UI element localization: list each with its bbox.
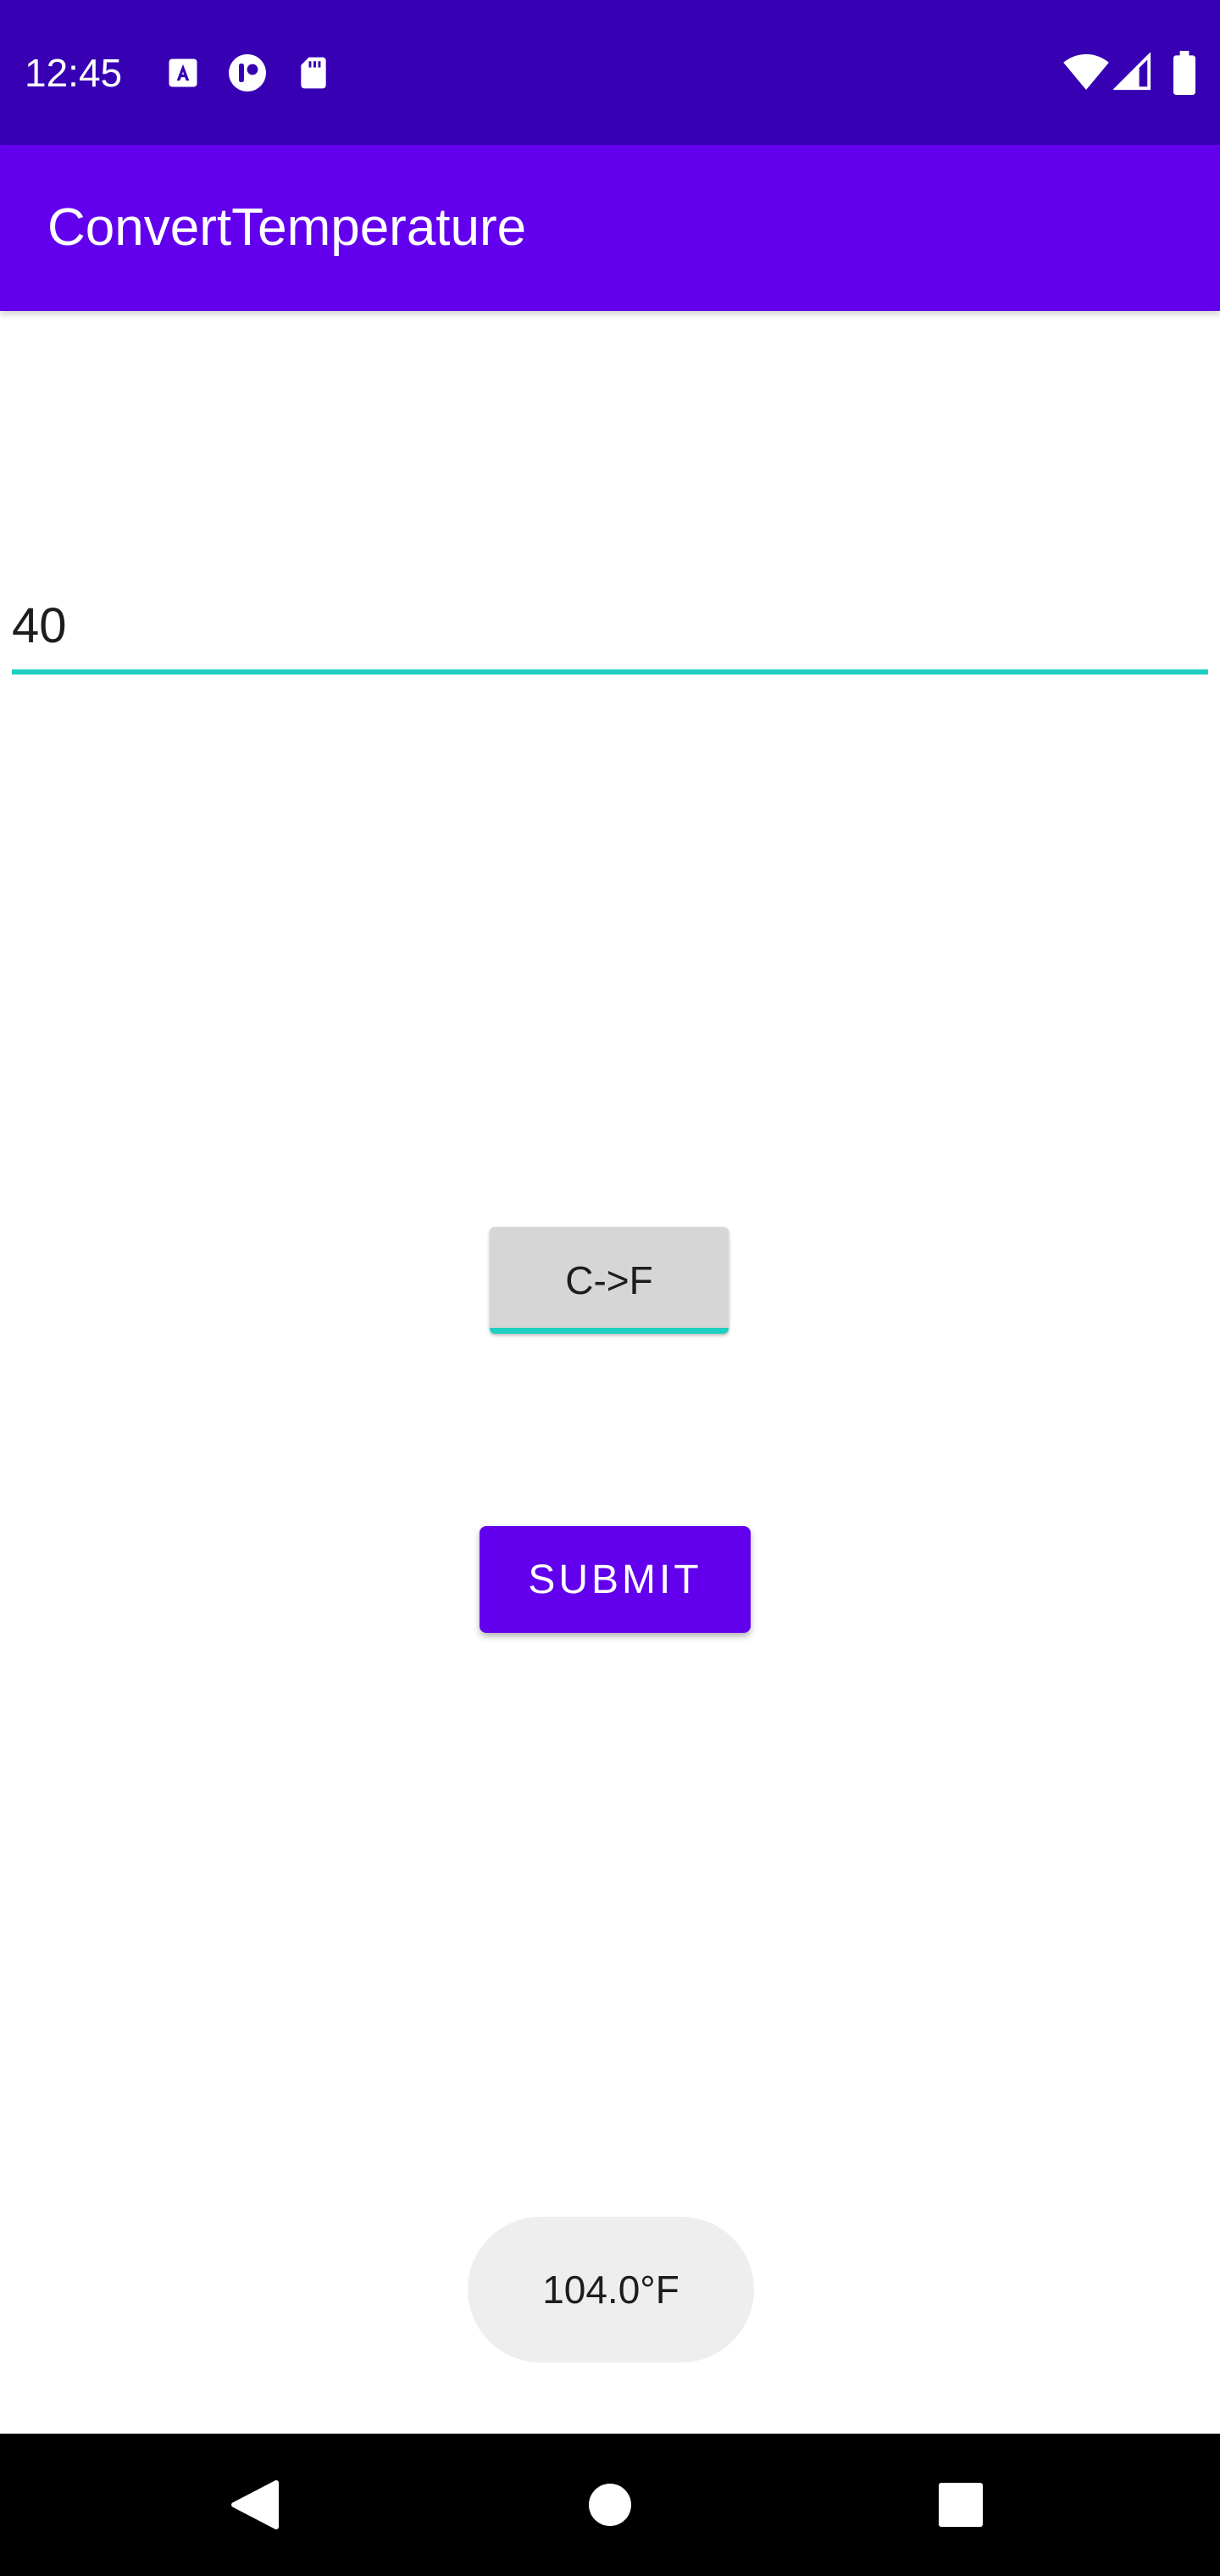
screen: 12:45 ConvertTemperature 40 C->F SUBMIT … xyxy=(0,0,1220,2576)
cell-signal-icon xyxy=(1113,53,1152,92)
submit-button[interactable]: SUBMIT xyxy=(480,1526,751,1633)
status-bar: 12:45 xyxy=(0,0,1220,145)
battery-icon xyxy=(1171,51,1198,95)
wifi-icon xyxy=(1062,51,1110,93)
app-title: ConvertTemperature xyxy=(47,198,527,257)
home-icon[interactable] xyxy=(568,2462,652,2547)
result-toast: 104.0°F xyxy=(468,2217,754,2362)
temperature-input[interactable] xyxy=(12,581,1208,675)
status-time: 12:45 xyxy=(25,51,123,95)
recents-icon[interactable] xyxy=(918,2462,1003,2547)
navigation-bar xyxy=(0,2434,1220,2576)
sd-card-icon xyxy=(295,54,332,92)
conversion-toggle-button[interactable]: C->F xyxy=(490,1227,729,1334)
conversion-toggle-label: C->F xyxy=(565,1258,653,1302)
account-circle-icon xyxy=(227,53,268,93)
toggle-underline xyxy=(490,1328,729,1334)
font-icon xyxy=(164,54,202,92)
app-bar: ConvertTemperature xyxy=(0,145,1220,311)
back-icon[interactable] xyxy=(212,2462,297,2547)
